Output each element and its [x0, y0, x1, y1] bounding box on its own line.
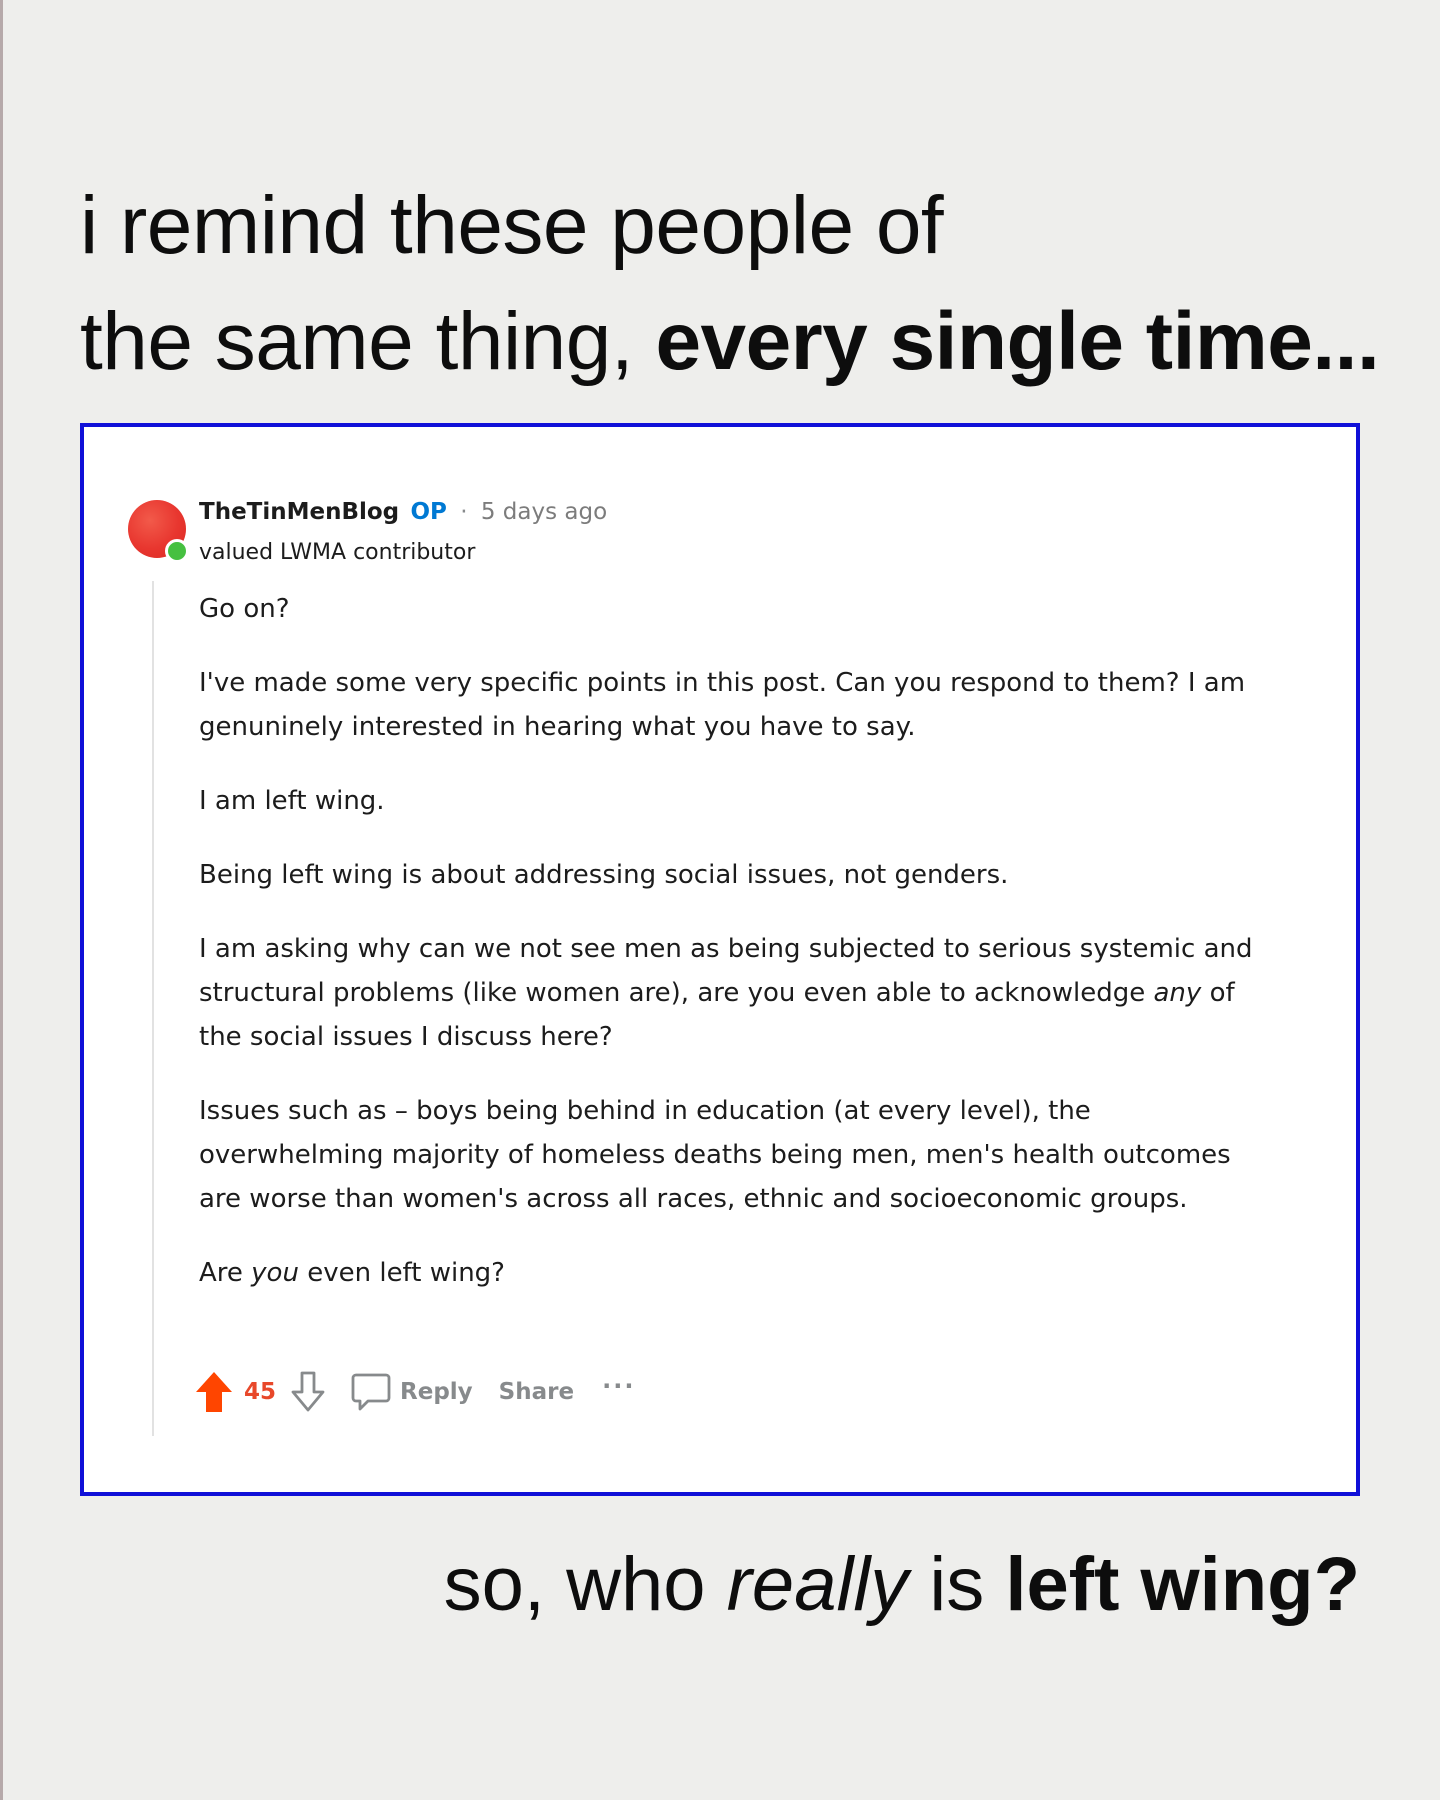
- headline-line-1: i remind these people of: [80, 180, 944, 271]
- share-button[interactable]: Share: [499, 1379, 574, 1405]
- comment-meta: TheTinMenBlog OP · 5 days ago: [199, 497, 607, 527]
- headline: i remind these people of the same thing,…: [80, 168, 1380, 400]
- headline-emphasis: every single time...: [655, 296, 1380, 387]
- footer-middle: is: [908, 1542, 1006, 1627]
- comment-paragraph: I am asking why can we not see men as be…: [199, 927, 1279, 1059]
- comment-body: Go on? I've made some very specific poin…: [199, 587, 1279, 1325]
- footer-prefix: so, who: [443, 1542, 727, 1627]
- paragraph-text: Are: [199, 1258, 252, 1288]
- more-options-button[interactable]: ···: [602, 1372, 635, 1400]
- paragraph-italic: you: [251, 1258, 299, 1288]
- headline-line-2: the same thing, every single time...: [80, 284, 1380, 400]
- downvote-arrow-icon[interactable]: [288, 1370, 328, 1414]
- thread-line[interactable]: [152, 581, 154, 1436]
- online-status-indicator: [165, 539, 189, 563]
- comment-paragraph: Are you even left wing?: [199, 1251, 1279, 1295]
- paragraph-italic: any: [1153, 978, 1202, 1008]
- comment-timestamp[interactable]: 5 days ago: [481, 499, 607, 525]
- speech-bubble-icon: [350, 1371, 392, 1413]
- headline-line-2-prefix: the same thing,: [80, 296, 656, 387]
- footer-caption: so, who really is left wing?: [444, 1535, 1360, 1635]
- comment-action-bar: 45 Reply Share ···: [194, 1367, 635, 1417]
- paragraph-text: even left wing?: [298, 1258, 505, 1288]
- comment-paragraph: Being left wing is about addressing soci…: [199, 860, 1009, 890]
- footer-bold: left wing?: [1005, 1542, 1360, 1627]
- paragraph-text: I am asking why can we not see men as be…: [199, 934, 1253, 1008]
- comment-paragraph: I am left wing.: [199, 786, 385, 816]
- comment-paragraph: Go on?: [199, 594, 290, 624]
- upvote-arrow-icon[interactable]: [194, 1370, 234, 1414]
- comment-screenshot-card: TheTinMenBlog OP · 5 days ago valued LWM…: [80, 423, 1360, 1496]
- page-left-edge: [0, 0, 3, 1800]
- username-link[interactable]: TheTinMenBlog: [199, 499, 399, 525]
- comment-paragraph: I've made some very specific points in t…: [199, 668, 1246, 742]
- comment-paragraph: Issues such as – boys being behind in ed…: [199, 1096, 1231, 1214]
- footer-italic: really: [726, 1542, 909, 1627]
- vote-score: 45: [244, 1379, 277, 1405]
- meta-separator: ·: [460, 499, 468, 525]
- user-flair: valued LWMA contributor: [199, 540, 476, 565]
- reply-button[interactable]: Reply: [350, 1371, 473, 1413]
- op-badge: OP: [410, 499, 447, 525]
- reply-label: Reply: [400, 1379, 473, 1405]
